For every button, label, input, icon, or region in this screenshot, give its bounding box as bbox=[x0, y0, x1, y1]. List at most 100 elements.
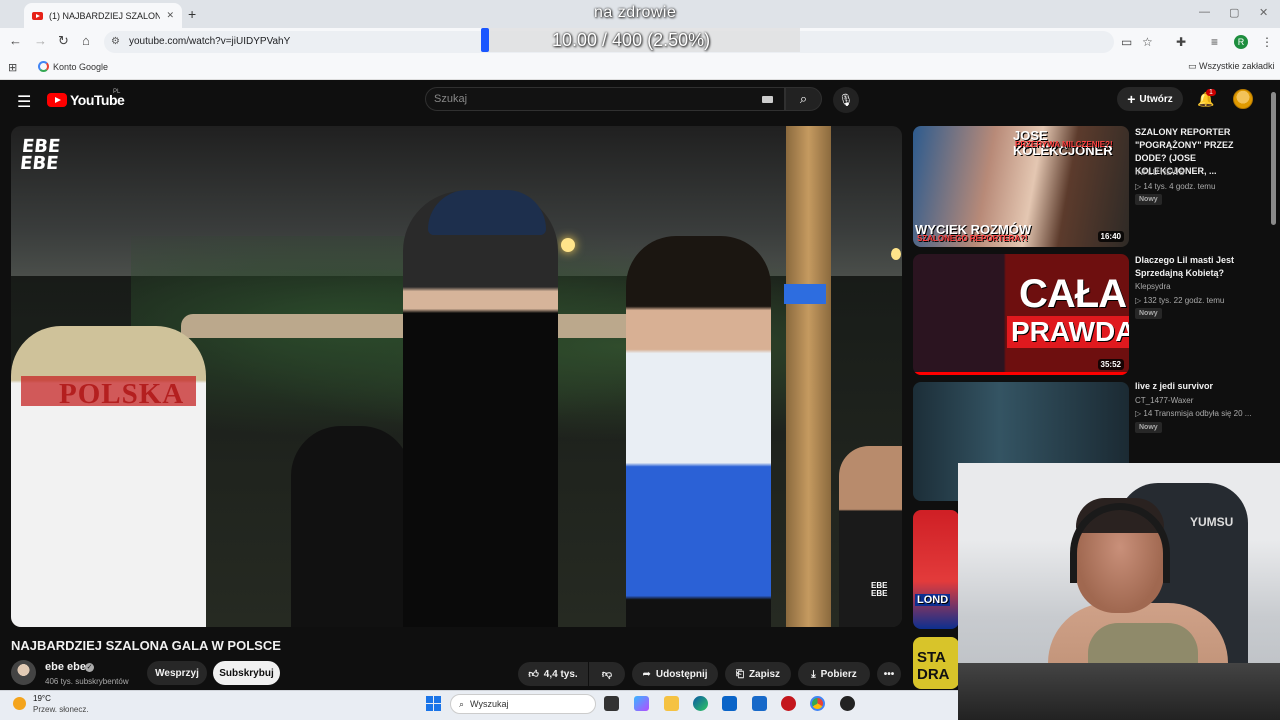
subscribe-button[interactable]: Subskrybuj bbox=[213, 661, 280, 685]
save-label: Zapisz bbox=[748, 668, 781, 680]
recommendation-stats: ▷ 14 Transmisja odbyła się 20 ... bbox=[1135, 409, 1252, 418]
taskbar-search-placeholder: Wyszukaj bbox=[470, 699, 509, 709]
thumbnail-text: STA DRA bbox=[917, 649, 950, 683]
back-arrow-icon[interactable]: ← bbox=[9, 33, 22, 48]
microphone-icon: 🎙 bbox=[838, 93, 854, 107]
keyboard-icon[interactable] bbox=[762, 96, 773, 103]
weather-description[interactable]: Przew. słonecz. bbox=[33, 705, 89, 714]
browser-tab-active[interactable]: (1) NAJBARDZIEJ SZALONA GA… ✕ bbox=[24, 3, 182, 28]
save-button[interactable]: ⎗ Zapisz bbox=[725, 662, 791, 686]
video-frame-person bbox=[11, 326, 206, 627]
plus-icon: + bbox=[1127, 91, 1136, 107]
search-placeholder: Szukaj bbox=[434, 93, 468, 105]
recommendation-channel[interactable]: Klepsydra bbox=[1135, 282, 1171, 291]
url-text[interactable]: youtube.com/watch?v=jiUIDYPVahY bbox=[129, 36, 290, 47]
channel-name[interactable]: ebe ebe bbox=[45, 661, 86, 673]
thumbs-down-icon: 👎︎ bbox=[601, 669, 613, 680]
forward-arrow-icon[interactable]: → bbox=[34, 33, 47, 48]
webcam-desk bbox=[958, 663, 1280, 720]
reload-icon[interactable]: ↻ bbox=[58, 33, 69, 49]
browser-menu-icon[interactable]: ⋮ bbox=[1261, 35, 1273, 49]
video-title: NAJBARDZIEJ SZALONA GALA W POLSCE bbox=[11, 638, 281, 653]
video-player[interactable]: POLSKA EBE EBE EBE EBE bbox=[11, 126, 902, 627]
video-frame-shirt-text: POLSKA bbox=[59, 378, 185, 410]
home-icon[interactable]: ⌂ bbox=[82, 33, 90, 48]
share-button[interactable]: ➦ Udostępnij bbox=[632, 662, 718, 686]
all-bookmarks-label: Wszystkie zakładki bbox=[1199, 61, 1275, 71]
app-red-icon[interactable] bbox=[781, 696, 796, 711]
site-info-icon[interactable]: ⚙ bbox=[111, 36, 120, 47]
verified-check-icon: ✓ bbox=[85, 663, 94, 672]
bookmarks-bar bbox=[0, 56, 1280, 80]
recommendation-thumbnail[interactable]: JOSE KOLEKCJONER PRZERYWA MILCZENIE?! WY… bbox=[913, 126, 1129, 247]
recommendation-thumbnail[interactable]: STA DRA bbox=[913, 637, 959, 689]
taskbar-search[interactable]: ⌕ Wyszukaj bbox=[450, 694, 596, 714]
new-badge: Nowy bbox=[1135, 194, 1162, 205]
thumbnail-text: CAŁA bbox=[1019, 272, 1127, 316]
thumbnail-text: PRZERYWA MILCZENIE?! bbox=[1015, 140, 1113, 149]
close-window-button[interactable]: ✕ bbox=[1259, 6, 1268, 19]
file-explorer-icon[interactable] bbox=[664, 696, 679, 711]
share-arrow-icon: ➦ bbox=[642, 668, 651, 680]
recommendation-channel[interactable]: INFLU NEWS bbox=[1135, 168, 1184, 177]
region-code: PL bbox=[113, 89, 121, 95]
bookmark-google-account[interactable]: Konto Google bbox=[38, 61, 108, 72]
dislike-button[interactable]: 👎︎ bbox=[589, 662, 625, 686]
weather-temperature[interactable]: 19°C bbox=[33, 694, 51, 703]
reading-list-icon[interactable]: ≡ bbox=[1211, 35, 1218, 49]
video-frame-person bbox=[403, 191, 558, 627]
create-button[interactable]: + Utwórz bbox=[1117, 87, 1183, 111]
profile-avatar[interactable]: R bbox=[1234, 35, 1248, 49]
copilot-icon[interactable] bbox=[634, 696, 649, 711]
page-scrollbar[interactable] bbox=[1271, 92, 1276, 225]
tab-close-icon[interactable]: ✕ bbox=[166, 10, 174, 21]
user-avatar[interactable] bbox=[1233, 89, 1253, 109]
video-frame-tape bbox=[784, 284, 826, 304]
voice-search-button[interactable]: 🎙 bbox=[833, 87, 859, 113]
download-label: Pobierz bbox=[820, 668, 857, 680]
recommendation-thumbnail[interactable]: CAŁA PRAWDA 35:52 bbox=[913, 254, 1129, 375]
new-badge: Nowy bbox=[1135, 422, 1162, 433]
like-button[interactable]: 👍︎ 4,4 tys. bbox=[518, 662, 588, 686]
outlook-icon[interactable] bbox=[722, 696, 737, 711]
video-frame-lamp bbox=[561, 238, 575, 252]
channel-avatar[interactable] bbox=[11, 660, 36, 685]
thumbnail-text: SZALONEGO REPORTERA?! bbox=[917, 234, 1028, 243]
windows-start-icon[interactable] bbox=[426, 696, 441, 711]
recommendation-thumbnail[interactable]: LOND bbox=[913, 510, 959, 629]
minimize-button[interactable]: — bbox=[1199, 6, 1210, 18]
extensions-icon[interactable]: ✚ bbox=[1176, 35, 1186, 49]
youtube-play-icon bbox=[47, 93, 67, 107]
all-bookmarks-button[interactable]: ▭ Wszystkie zakładki bbox=[1188, 61, 1275, 72]
channel-watermark-small: EBE EBE bbox=[871, 581, 888, 598]
search-button[interactable]: ⌕ bbox=[785, 87, 822, 111]
apps-grid-icon[interactable]: ⊞ bbox=[8, 61, 17, 74]
cast-icon[interactable]: ▭ bbox=[1121, 35, 1132, 49]
search-input[interactable] bbox=[425, 87, 785, 111]
chrome-browser-icon[interactable] bbox=[810, 696, 825, 711]
maximize-button[interactable]: ▢ bbox=[1229, 6, 1239, 19]
recommendation-title[interactable]: Dlaczego Lil masti Jest Sprzedajną Kobie… bbox=[1135, 254, 1263, 280]
bookmark-label: Konto Google bbox=[53, 61, 109, 72]
edge-browser-icon[interactable] bbox=[693, 696, 708, 711]
weather-sun-icon[interactable] bbox=[13, 697, 26, 710]
search-icon: ⌕ bbox=[799, 91, 808, 106]
task-view-icon[interactable] bbox=[604, 696, 619, 711]
store-icon[interactable] bbox=[752, 696, 767, 711]
download-button[interactable]: ⤓ Pobierz bbox=[798, 662, 870, 686]
video-frame-person bbox=[839, 446, 902, 627]
recommendation-channel[interactable]: CT_1477-Waxer bbox=[1135, 396, 1193, 405]
bookmark-star-icon[interactable]: ☆ bbox=[1142, 35, 1153, 49]
recommendation-title[interactable]: live z jedi survivor bbox=[1135, 380, 1263, 393]
thumbs-up-icon: 👍︎ bbox=[528, 669, 539, 680]
app-dark-icon[interactable] bbox=[840, 696, 855, 711]
menu-hamburger-icon[interactable]: ☰ bbox=[17, 92, 31, 112]
tab-title: (1) NAJBARDZIEJ SZALONA GA… bbox=[49, 10, 161, 21]
support-button[interactable]: Wesprzyj bbox=[147, 661, 207, 685]
streamer-webcam: YUMSU bbox=[958, 463, 1280, 720]
stream-goal-title: na zdrowie bbox=[594, 4, 677, 21]
google-logo-icon bbox=[38, 61, 49, 72]
more-actions-button[interactable]: ••• bbox=[877, 662, 901, 686]
youtube-favicon-icon bbox=[32, 11, 43, 20]
new-tab-button[interactable]: + bbox=[188, 6, 196, 22]
